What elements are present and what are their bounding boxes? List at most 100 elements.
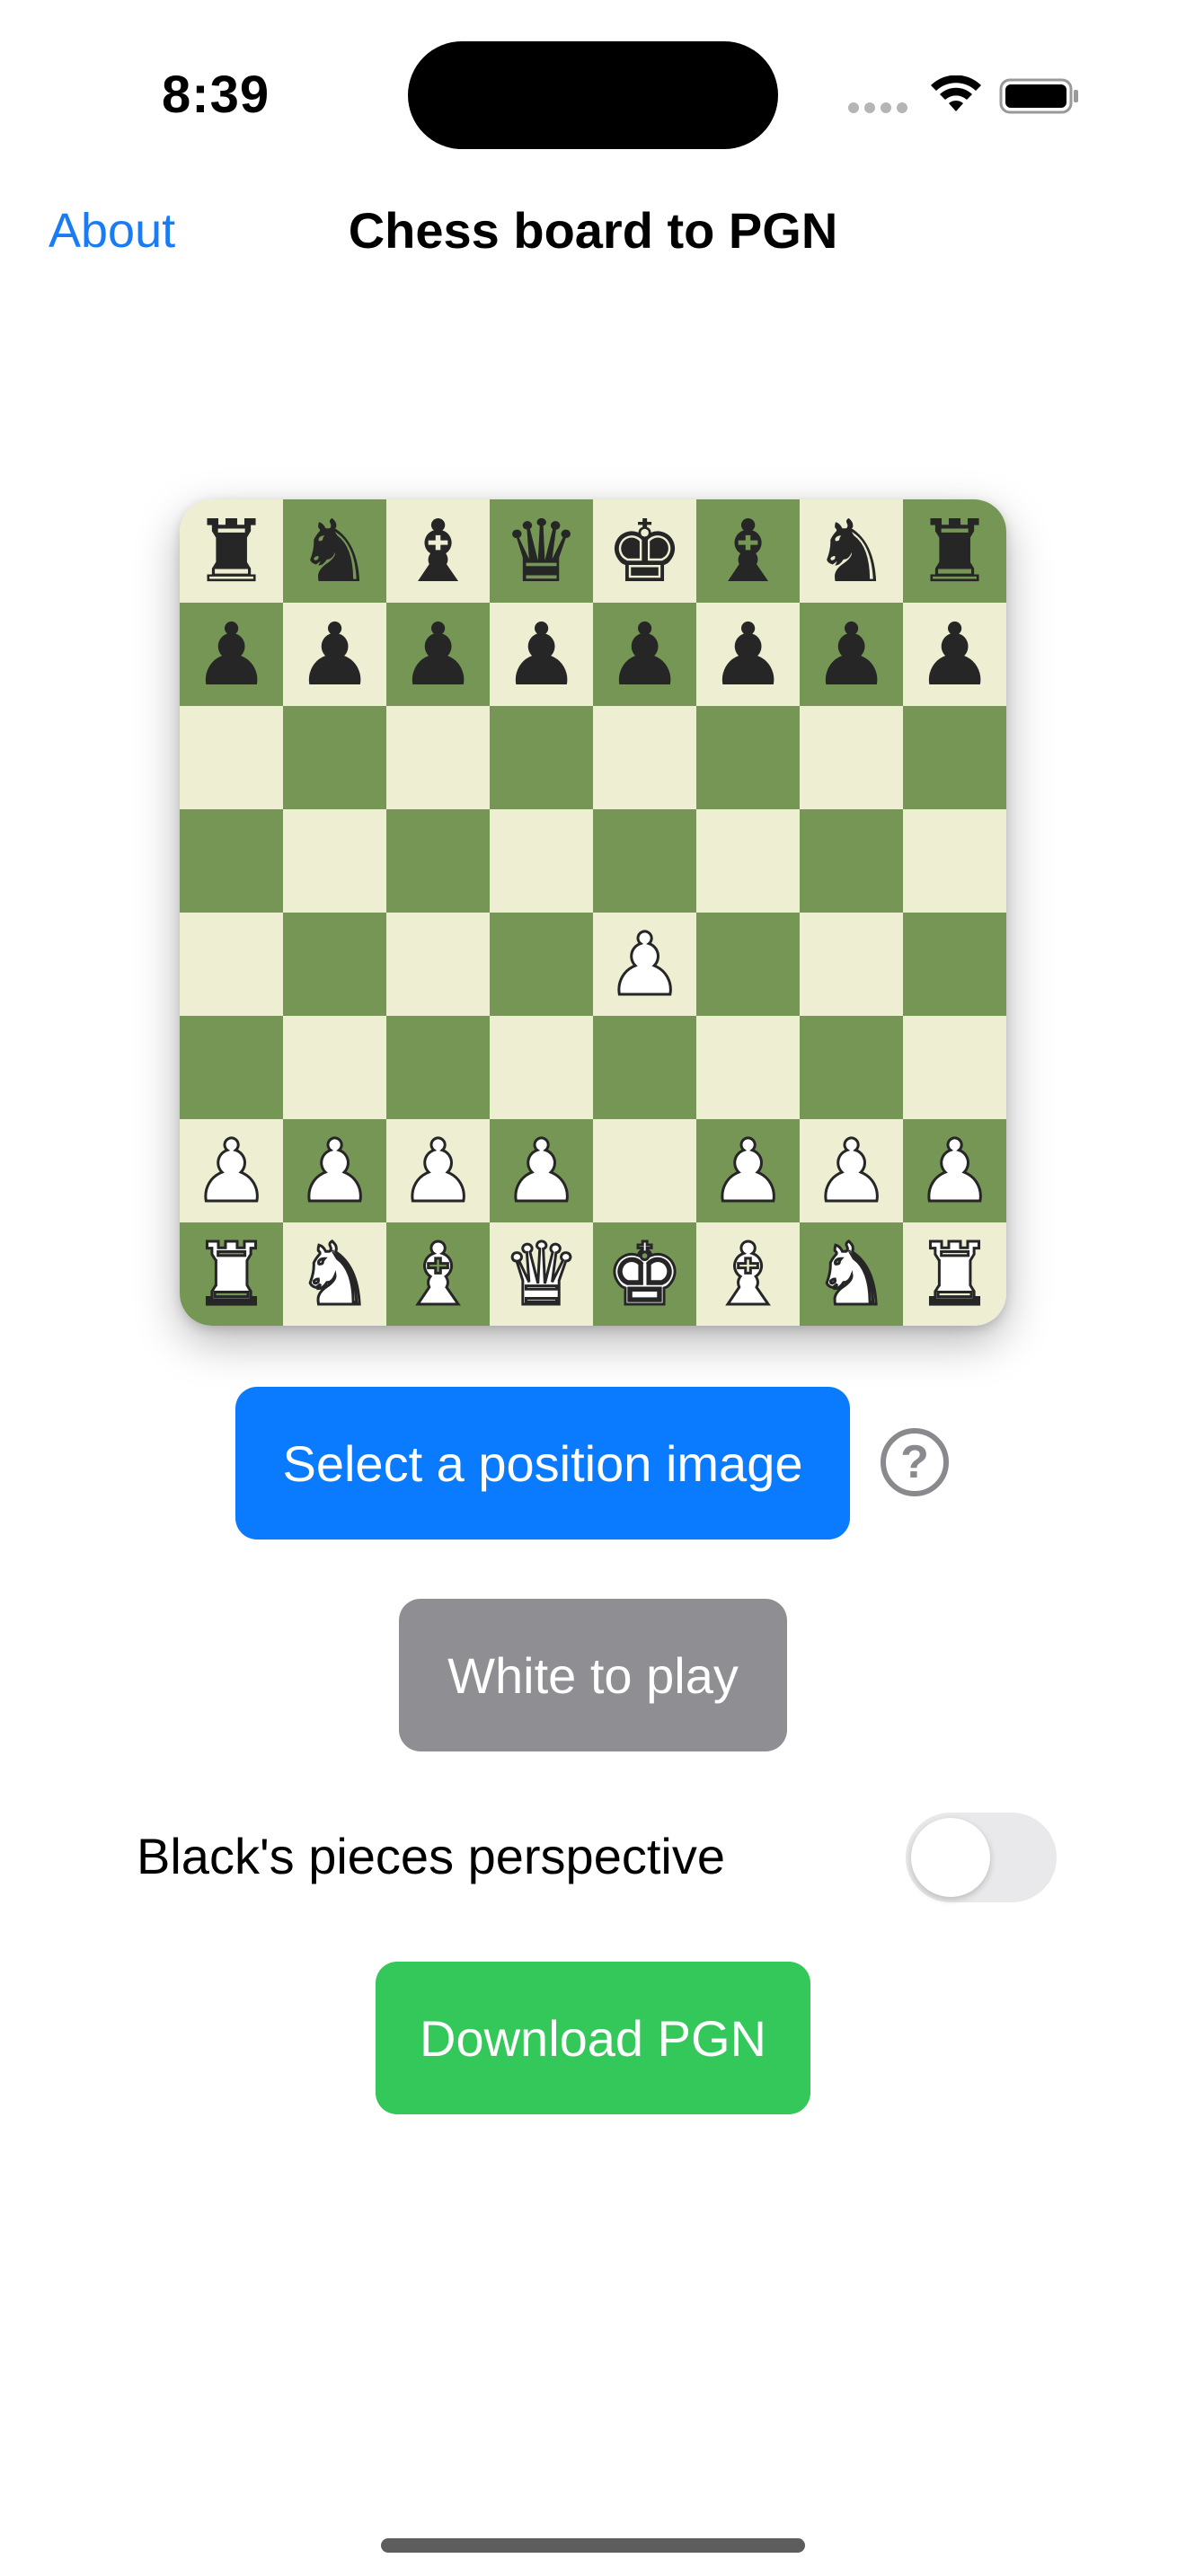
square-h3 [903,1016,1006,1119]
square-e3 [593,1016,696,1119]
wifi-icon [931,75,981,111]
white-pawn-icon: ♟ [191,1120,271,1222]
white-bishop-icon: ♝ [708,1223,788,1325]
download-pgn-button[interactable]: Download PGN [376,1962,810,2114]
white-rook-icon: ♜ [915,1223,995,1325]
square-a2: ♟ [180,1119,283,1222]
status-time: 8:39 [162,66,270,124]
question-circle-icon[interactable]: ? [881,1428,949,1496]
white-rook-icon: ♜ [191,1223,271,1325]
select-position-image-button[interactable]: Select a position image [235,1387,850,1539]
cellular-signal-icon [848,101,911,115]
square-e6 [593,706,696,809]
black-pawn-icon: ♟ [812,604,890,705]
square-e2 [593,1119,696,1222]
chess-board[interactable]: ♜ ♞ ♝ ♛ ♚ ♝ ♞ ♜ ♟ ♟ ♟ ♟ ♟ ♟ ♟ ♟ ♟ ♟ ♟ ♟ ♟ ♟ ♟ ♟ ♜ ♞ ♝ ♛ ♚ ♝ ♞ ♜ [180,499,1006,1326]
perspective-switch[interactable] [906,1813,1057,1902]
square-c1: ♝ [386,1222,490,1326]
white-pawn-icon: ♟ [811,1120,891,1222]
dynamic-island [408,41,778,149]
turn-toggle-button[interactable]: White to play [399,1599,787,1751]
square-d8: ♛ [490,499,593,603]
square-g8: ♞ [800,499,903,603]
square-h8: ♜ [903,499,1006,603]
square-a8: ♜ [180,499,283,603]
battery-icon [999,78,1078,114]
square-c6 [386,706,490,809]
black-knight-icon: ♞ [812,500,890,602]
square-a3 [180,1016,283,1119]
white-pawn-icon: ♟ [915,1120,995,1222]
square-b8: ♞ [283,499,386,603]
square-g5 [800,809,903,913]
square-f6 [696,706,800,809]
square-c4 [386,913,490,1016]
page-title: Chess board to PGN [348,202,838,259]
square-h4 [903,913,1006,1016]
switch-knob [911,1818,990,1897]
black-bishop-icon: ♝ [709,500,787,602]
square-c5 [386,809,490,913]
black-pawn-icon: ♟ [192,604,270,705]
square-b4 [283,913,386,1016]
white-pawn-icon: ♟ [295,1120,375,1222]
black-bishop-icon: ♝ [399,500,477,602]
square-a1: ♜ [180,1222,283,1326]
square-b5 [283,809,386,913]
black-rook-icon: ♜ [916,500,994,602]
black-pawn-icon: ♟ [709,604,787,705]
chess-board-grid: ♜ ♞ ♝ ♛ ♚ ♝ ♞ ♜ ♟ ♟ ♟ ♟ ♟ ♟ ♟ ♟ ♟ ♟ ♟ ♟ ♟ ♟ ♟ ♟ ♜ ♞ ♝ ♛ ♚ ♝ ♞ ♜ [180,499,1006,1326]
perspective-label: Black's pieces perspective [137,1828,725,1884]
square-h1: ♜ [903,1222,1006,1326]
square-c7: ♟ [386,603,490,706]
white-pawn-icon: ♟ [398,1120,478,1222]
white-knight-icon: ♞ [295,1223,375,1325]
white-queen-icon: ♛ [501,1223,581,1325]
square-d7: ♟ [490,603,593,706]
square-a4 [180,913,283,1016]
square-e4: ♟ [593,913,696,1016]
square-c3 [386,1016,490,1119]
square-d2: ♟ [490,1119,593,1222]
square-f8: ♝ [696,499,800,603]
white-knight-icon: ♞ [811,1223,891,1325]
square-g7: ♟ [800,603,903,706]
square-a6 [180,706,283,809]
black-pawn-icon: ♟ [606,604,684,705]
square-g3 [800,1016,903,1119]
square-d1: ♛ [490,1222,593,1326]
square-h2: ♟ [903,1119,1006,1222]
square-g1: ♞ [800,1222,903,1326]
square-f5 [696,809,800,913]
square-f1: ♝ [696,1222,800,1326]
square-a5 [180,809,283,913]
square-g4 [800,913,903,1016]
square-h5 [903,809,1006,913]
white-pawn-icon: ♟ [605,913,685,1015]
square-f7: ♟ [696,603,800,706]
black-pawn-icon: ♟ [916,604,994,705]
square-c8: ♝ [386,499,490,603]
black-pawn-icon: ♟ [399,604,477,705]
square-b1: ♞ [283,1222,386,1326]
square-d3 [490,1016,593,1119]
white-pawn-icon: ♟ [708,1120,788,1222]
black-rook-icon: ♜ [192,500,270,602]
square-b2: ♟ [283,1119,386,1222]
square-e1: ♚ [593,1222,696,1326]
home-indicator [381,2538,805,2553]
square-e8: ♚ [593,499,696,603]
black-knight-icon: ♞ [296,500,374,602]
white-king-icon: ♚ [605,1223,685,1325]
square-d4 [490,913,593,1016]
white-pawn-icon: ♟ [501,1120,581,1222]
black-king-icon: ♚ [606,500,684,602]
square-c2: ♟ [386,1119,490,1222]
square-g2: ♟ [800,1119,903,1222]
square-f4 [696,913,800,1016]
about-button[interactable]: About [49,203,175,259]
square-f2: ♟ [696,1119,800,1222]
square-b6 [283,706,386,809]
black-pawn-icon: ♟ [502,604,580,705]
black-pawn-icon: ♟ [296,604,374,705]
